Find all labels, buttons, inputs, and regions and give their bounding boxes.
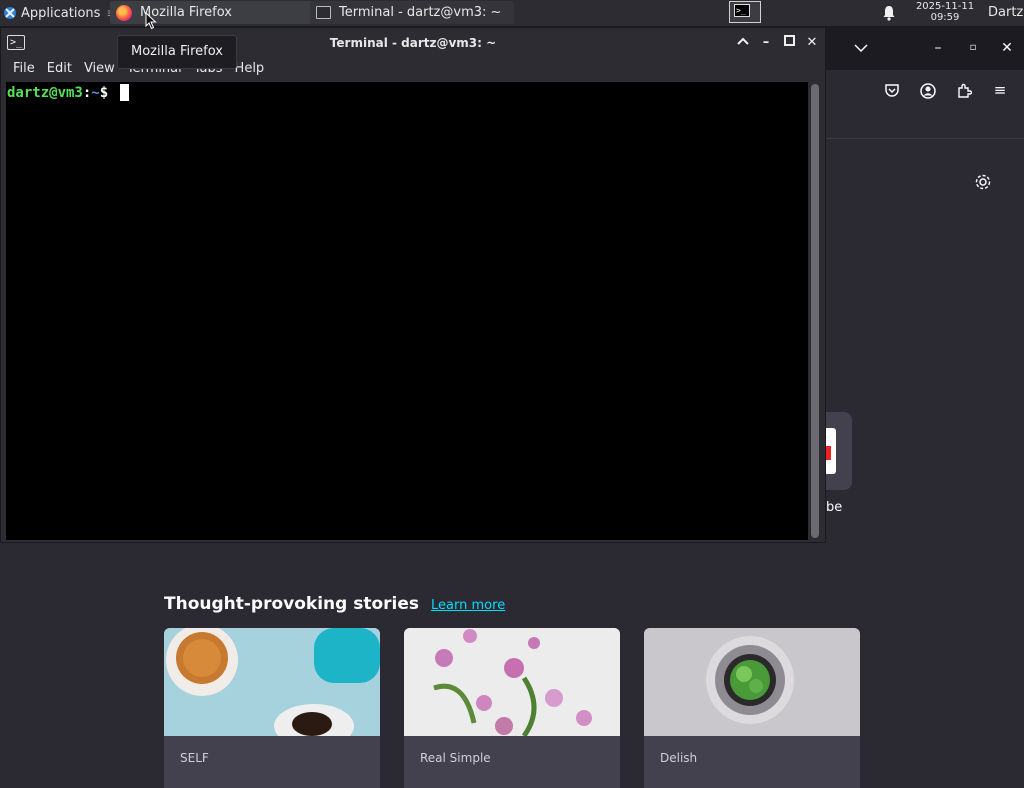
bell-icon[interactable] — [882, 5, 896, 21]
menu-edit[interactable]: Edit — [41, 58, 78, 80]
taskbar-item-terminal[interactable]: Terminal - dartz@vm3: ~ — [310, 1, 514, 24]
minimize-button[interactable]: – — [929, 40, 947, 56]
user-menu[interactable]: Dartz — [988, 5, 1023, 20]
story-source: Real Simple — [420, 751, 491, 765]
shortcut-label: be — [826, 500, 843, 515]
minimize-button[interactable]: – — [758, 35, 774, 51]
close-button[interactable]: ✕ — [804, 35, 820, 51]
maximize-icon — [783, 35, 795, 46]
prompt-path: ~ — [91, 85, 100, 101]
story-source: Delish — [660, 751, 698, 765]
chevron-up-icon — [737, 37, 749, 45]
learn-more-link[interactable]: Learn more — [431, 598, 505, 613]
story-source: SELF — [180, 751, 209, 765]
stories-title: Thought-provoking stories — [164, 594, 420, 614]
stories-header: Thought-provoking stories Learn more — [164, 594, 505, 614]
pocket-icon[interactable] — [883, 83, 901, 102]
firefox-toolbar: ≡ — [826, 70, 1024, 110]
story-thumbnail-sink-drain — [644, 628, 860, 736]
applications-menu[interactable]: Applications ≡ — [0, 0, 116, 26]
workspace-switcher[interactable]: >_ — [729, 1, 761, 23]
terminal-icon — [316, 6, 331, 19]
clock-time: 09:59 — [930, 12, 960, 23]
clock[interactable]: 2025-11-11 09:59 — [905, 1, 985, 23]
mouse-pointer-icon — [145, 12, 157, 30]
taskbar: Applications ≡ Mozilla Firefox Terminal … — [0, 0, 1024, 30]
chevron-down-icon — [854, 44, 868, 53]
prompt-user-host: dartz@vm3 — [7, 85, 83, 101]
menu-view[interactable]: View — [78, 58, 121, 80]
firefox-icon — [116, 4, 132, 21]
terminal-window: >_ Terminal - dartz@vm3: ~ – ✕ File Edit… — [0, 27, 826, 543]
clock-date: 2025-11-11 — [915, 1, 975, 12]
taskbar-item-label: Terminal - dartz@vm3: ~ — [339, 5, 502, 20]
gear-icon[interactable] — [973, 172, 993, 192]
account-icon[interactable] — [919, 83, 937, 103]
list-all-tabs-button[interactable] — [852, 41, 870, 57]
top-site-shortcut[interactable] — [826, 412, 852, 490]
close-button[interactable]: ✕ — [998, 40, 1016, 56]
workspace-terminal-thumbnail: >_ — [734, 4, 750, 17]
applications-label: Applications — [21, 5, 101, 21]
text-cursor — [119, 84, 129, 101]
menu-file[interactable]: File — [1, 58, 41, 80]
xfce-logo-icon — [4, 7, 16, 19]
story-card[interactable]: SELF — [164, 628, 380, 788]
story-thumbnail-flowers-snow — [404, 628, 620, 736]
shell-prompt: dartz@vm3:~$ — [7, 84, 129, 102]
maximize-button[interactable]: ▫ — [964, 40, 982, 56]
shortcut-favicon-mark — [826, 446, 831, 460]
story-thumbnail-teacups — [164, 628, 380, 736]
tooltip: Mozilla Firefox — [117, 35, 237, 69]
extensions-icon[interactable] — [955, 83, 973, 103]
story-card[interactable]: Real Simple — [404, 628, 620, 788]
terminal-scrollbar[interactable] — [811, 84, 819, 538]
firefox-tab-strip: – ▫ ✕ — [826, 27, 1024, 70]
roll-up-button[interactable] — [735, 35, 751, 51]
taskbar-item-firefox[interactable]: Mozilla Firefox — [110, 1, 314, 24]
terminal-output[interactable]: dartz@vm3:~$ — [6, 82, 808, 540]
maximize-button[interactable] — [781, 35, 797, 51]
prompt-symbol: $ — [99, 85, 117, 101]
app-menu-icon[interactable]: ≡ — [991, 82, 1009, 98]
story-card[interactable]: Delish — [644, 628, 860, 788]
bookmarks-bar — [826, 110, 1024, 139]
